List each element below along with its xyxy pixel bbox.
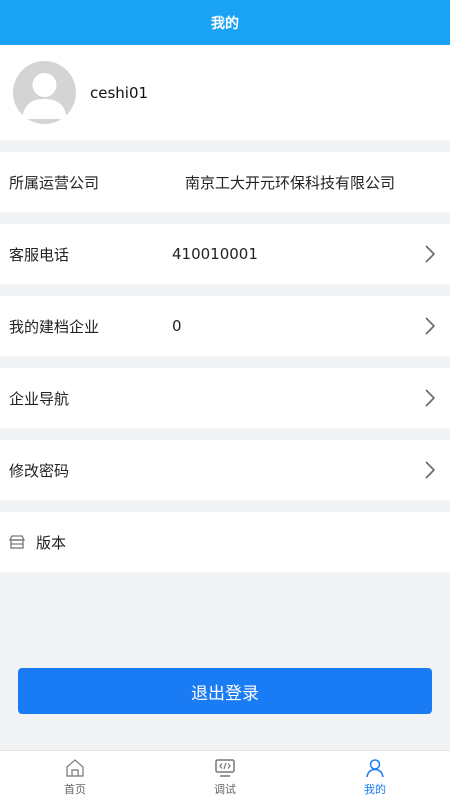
logout-button[interactable]: 退出登录 — [18, 668, 432, 714]
version-label: 版本 — [36, 533, 67, 552]
change-password-row[interactable]: 修改密码 — [0, 440, 450, 500]
tab-home[interactable]: 首页 — [0, 751, 150, 800]
bottom-tab-bar: 首页 调试 我的 — [0, 750, 450, 800]
avatar[interactable] — [13, 61, 76, 124]
company-value: 南京工大开元环保科技有限公司 — [185, 173, 396, 192]
chevron-right-icon — [424, 460, 436, 480]
header-bar: 我的 — [0, 0, 450, 45]
user-placeholder-icon — [22, 73, 67, 119]
user-icon — [364, 758, 386, 778]
service-phone-value: 410010001 — [172, 245, 258, 263]
store-icon — [8, 534, 26, 550]
enterprises-count: 0 — [172, 317, 182, 335]
username: ceshi01 — [90, 83, 149, 102]
change-password-label: 修改密码 — [9, 461, 70, 480]
tab-debug[interactable]: 调试 — [150, 751, 300, 800]
company-label: 所属运营公司 — [9, 173, 100, 192]
tab-mine[interactable]: 我的 — [300, 751, 450, 800]
code-monitor-icon — [214, 758, 236, 778]
page-title: 我的 — [211, 15, 239, 32]
enterprises-label: 我的建档企业 — [9, 317, 100, 336]
service-phone-label: 客服电话 — [9, 245, 70, 264]
home-icon — [64, 758, 86, 778]
navigation-label: 企业导航 — [9, 389, 70, 408]
company-row: 所属运营公司 南京工大开元环保科技有限公司 — [0, 152, 450, 212]
chevron-right-icon — [424, 316, 436, 336]
version-row[interactable]: 版本 — [0, 512, 450, 572]
tab-mine-label: 我的 — [364, 783, 386, 796]
navigation-row[interactable]: 企业导航 — [0, 368, 450, 428]
tab-home-label: 首页 — [64, 783, 86, 796]
chevron-right-icon — [424, 244, 436, 264]
service-phone-row[interactable]: 客服电话 410010001 — [0, 224, 450, 284]
enterprises-row[interactable]: 我的建档企业 0 — [0, 296, 450, 356]
tab-debug-label: 调试 — [214, 783, 236, 796]
profile-card[interactable]: ceshi01 — [0, 45, 450, 140]
chevron-right-icon — [424, 388, 436, 408]
